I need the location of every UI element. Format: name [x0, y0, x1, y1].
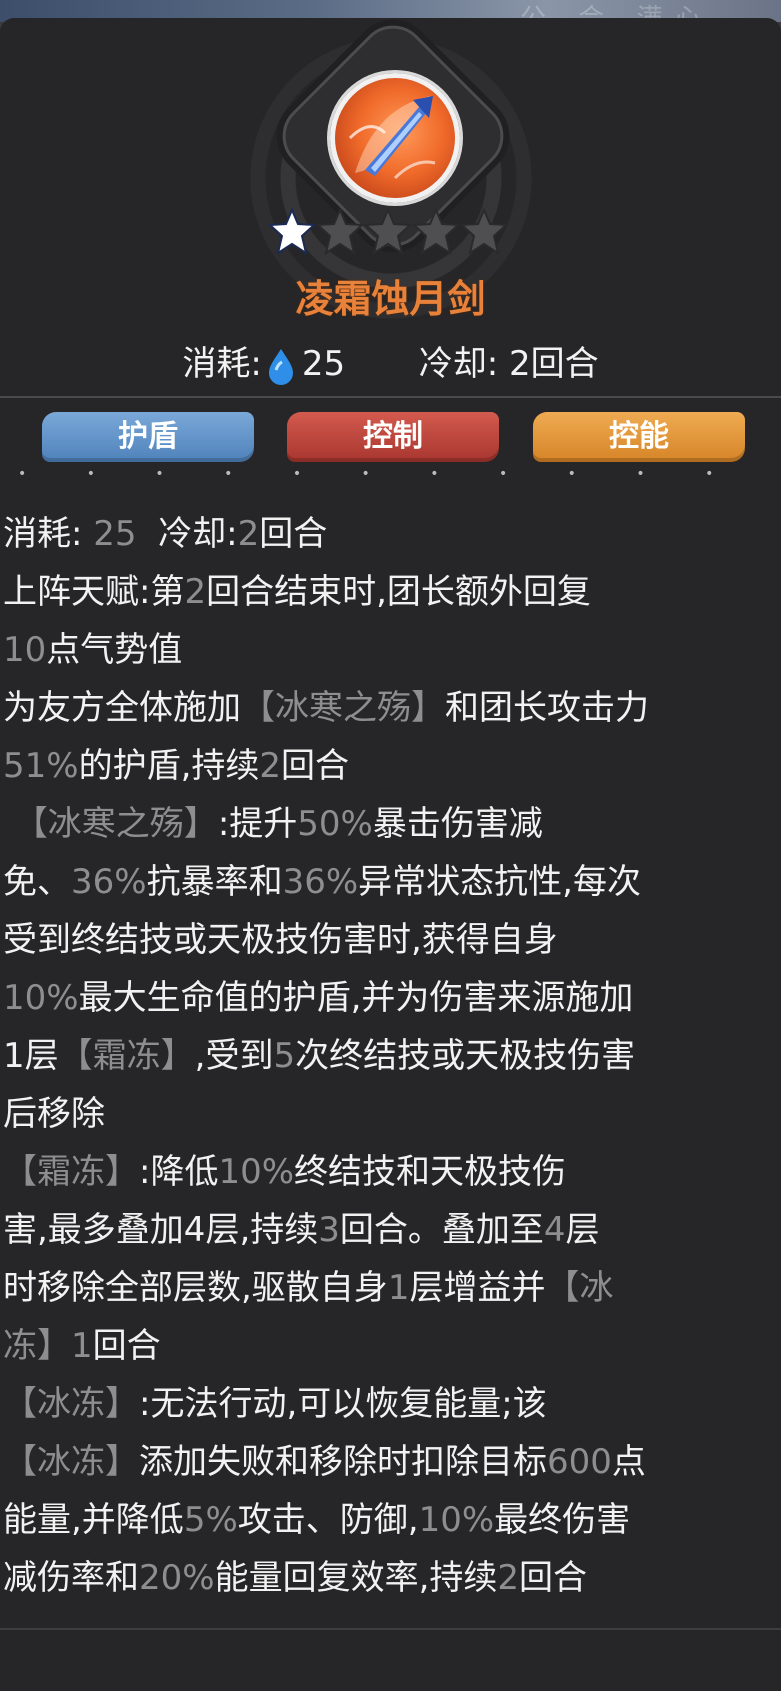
desc-line: 1层【霜冻】,受到5次终结技或天极技伤害: [3, 1036, 636, 1076]
desc-line: 受到终结技或天极技伤害时,获得自身: [3, 920, 558, 960]
star-empty-icon: [316, 208, 364, 256]
ice-sword-emblem-icon: [330, 73, 460, 203]
star-filled-icon: [268, 208, 316, 256]
star-empty-icon: [412, 208, 460, 256]
cost-cooldown-line: 消耗: 25 冷却: 2回合: [0, 336, 781, 386]
star-rating: [268, 208, 513, 258]
cost-label: 消耗:: [182, 344, 262, 384]
tag-control: 控制: [287, 412, 499, 462]
cooldown-text: 冷却: 2回合: [418, 344, 599, 384]
cost-value: 25: [301, 344, 346, 384]
desc-line: 10点气势值: [3, 630, 183, 670]
desc-line: 【霜冻】:降低10%终结技和天极技伤: [3, 1152, 567, 1192]
desc-line: 为友方全体施加【冰寒之殇】和团长攻击力: [3, 688, 649, 728]
skill-tags: 护盾 控制 控能: [0, 412, 781, 468]
desc-line: 减伤率和20%能量回复效率,持续2回合: [3, 1558, 588, 1598]
desc-line: 冻】1回合: [3, 1326, 161, 1366]
desc-line: 害,最多叠加4层,持续3回合。叠加至4层: [3, 1210, 600, 1250]
desc-line: 上阵天赋:第2回合结束时,团长额外回复: [3, 572, 591, 612]
desc-line: 【冰冻】:无法行动,可以恢复能量;该: [3, 1384, 547, 1424]
tag-energy-control: 控能: [533, 412, 745, 462]
skill-name: 凌霜蚀月剑: [295, 277, 486, 321]
star-empty-icon: [460, 208, 508, 256]
desc-line: 后移除: [3, 1094, 105, 1134]
desc-line: 10%最大生命值的护盾,并为伤害来源施加: [3, 978, 634, 1018]
desc-line: 51%的护盾,持续2回合: [3, 746, 350, 786]
tag-shield: 护盾: [42, 412, 254, 462]
desc-line: 时移除全部层数,驱散自身1层增益并【冰: [3, 1268, 614, 1308]
decorative-dots: • • • • • • • • • • •: [18, 466, 742, 482]
desc-line: 消耗: 25 冷却:2回合: [3, 514, 328, 554]
skill-description: 消耗: 25 冷却:2回合 上阵天赋:第2回合结束时,团长额外回复 10点气势值…: [3, 505, 781, 1607]
desc-line: 免、36%抗暴率和36%异常状态抗性,每次: [3, 862, 641, 902]
star-empty-icon: [364, 208, 412, 256]
divider: [0, 1628, 781, 1630]
energy-drop-icon: [268, 348, 293, 385]
divider: [0, 396, 781, 398]
desc-line: 【冰寒之殇】:提升50%暴击伤害减: [13, 804, 543, 844]
desc-line: 能量,并降低5%攻击、防御,10%最终伤害: [3, 1500, 631, 1540]
desc-line: 【冰冻】添加失败和移除时扣除目标600点: [3, 1442, 646, 1482]
